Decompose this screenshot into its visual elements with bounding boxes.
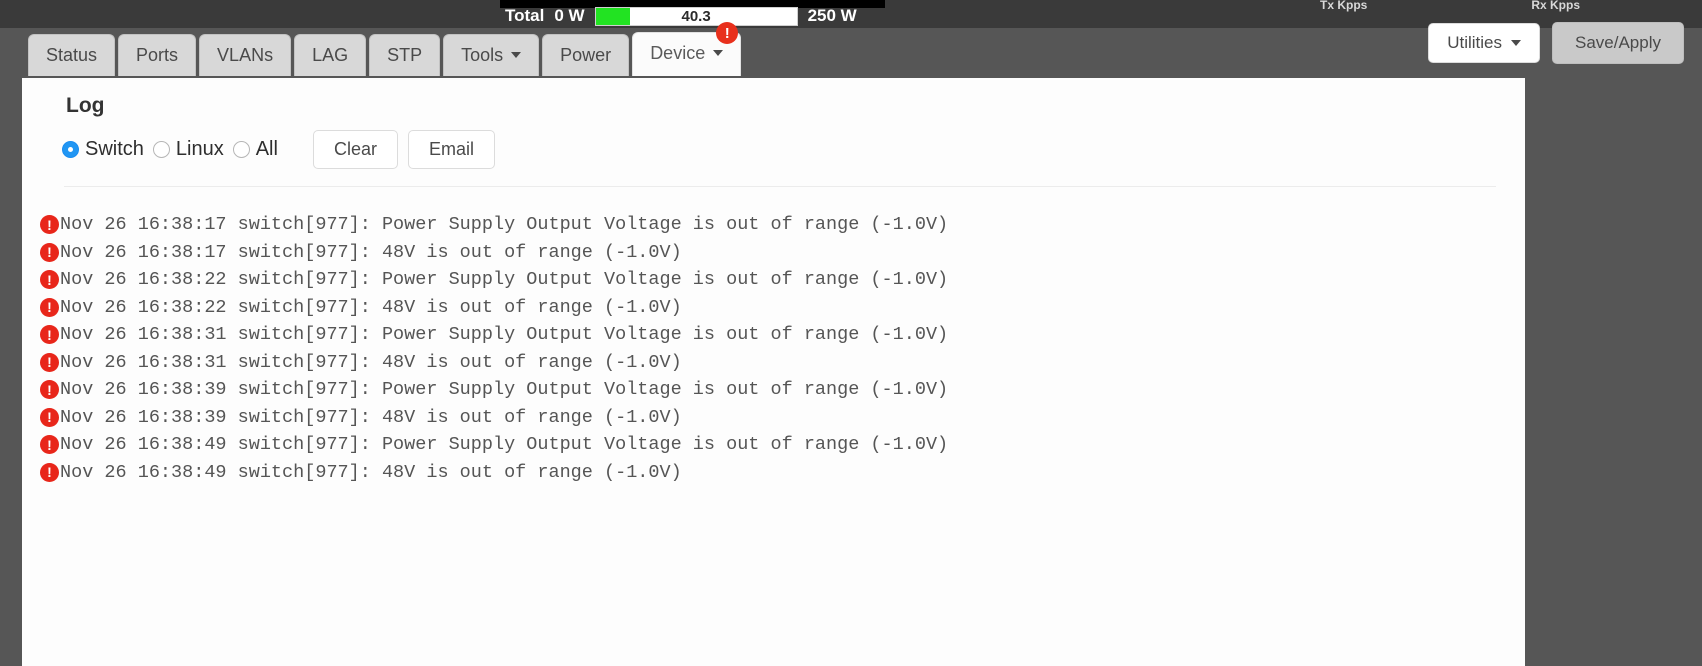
- tab-ports[interactable]: Ports: [118, 34, 197, 76]
- log-entry-text: Nov 26 16:38:39 switch[977]: 48V is out …: [60, 406, 682, 428]
- radio-label: Switch: [85, 138, 144, 160]
- tab-device[interactable]: Device!: [632, 22, 742, 76]
- power-total-label: Total: [505, 6, 545, 25]
- chevron-down-icon: [511, 52, 522, 58]
- kpps-labels: Tx Kpps Rx Kpps: [1320, 0, 1580, 12]
- log-controls: Switch Linux All Clear Email: [62, 130, 495, 169]
- tab-power[interactable]: Power: [542, 34, 630, 76]
- tab-stp[interactable]: STP: [369, 34, 441, 76]
- tab-label: VLANs: [217, 45, 274, 65]
- tab-status[interactable]: Status: [28, 34, 116, 76]
- rx-kpps-label: Rx Kpps: [1531, 0, 1580, 12]
- tab-label: Status: [46, 45, 98, 65]
- log-entry-text: Nov 26 16:38:22 switch[977]: Power Suppl…: [60, 269, 949, 291]
- tab-label: Power: [560, 45, 612, 65]
- utilities-button[interactable]: Utilities: [1428, 23, 1540, 63]
- radio-linux[interactable]: Linux: [152, 138, 224, 161]
- log-entry: ! Nov 26 16:38:22 switch[977]: Power Supp…: [40, 266, 1515, 294]
- log-entry: ! Nov 26 16:38:17 switch[977]: 48V is out…: [40, 239, 1515, 267]
- log-entry-text: Nov 26 16:38:49 switch[977]: 48V is out …: [60, 461, 682, 483]
- log-entry-text: Nov 26 16:38:39 switch[977]: Power Suppl…: [60, 379, 949, 401]
- log-entry-text: Nov 26 16:38:49 switch[977]: Power Suppl…: [60, 434, 949, 456]
- log-entry-text: Nov 26 16:38:17 switch[977]: Power Suppl…: [60, 214, 949, 236]
- email-button[interactable]: Email: [407, 130, 495, 169]
- tab-label: Tools: [461, 45, 504, 65]
- log-source-radio-group: Switch Linux All: [62, 138, 287, 161]
- error-icon: !: [40, 407, 59, 427]
- alert-badge-icon: !: [716, 22, 739, 44]
- chevron-down-icon: [1511, 40, 1521, 46]
- radio-switch[interactable]: Switch: [62, 138, 144, 161]
- error-icon: !: [40, 435, 59, 455]
- log-entry-text: Nov 26 16:38:31 switch[977]: Power Suppl…: [60, 324, 949, 346]
- chevron-down-icon: [713, 50, 724, 56]
- total-power-readout: Total 0 W 40.3 250 W: [505, 5, 857, 27]
- error-icon: !: [40, 380, 59, 400]
- error-icon: !: [40, 462, 59, 482]
- log-entry-text: Nov 26 16:38:31 switch[977]: 48V is out …: [60, 351, 682, 373]
- error-icon: !: [40, 270, 59, 290]
- switch-management-ui: Total 0 W 40.3 250 W Tx Kpps Rx Kpps Uti…: [0, 0, 1702, 666]
- content-panel: Log Switch Linux All Clear Email ! Nov 26 16…: [22, 78, 1525, 666]
- power-usage-value: 40.3: [681, 7, 711, 25]
- error-icon: !: [40, 297, 59, 317]
- section-divider: [64, 186, 1496, 187]
- radio-button-icon[interactable]: [152, 141, 170, 158]
- log-entry: ! Nov 26 16:38:39 switch[977]: 48V is out…: [40, 404, 1515, 432]
- radio-all[interactable]: All: [232, 138, 278, 161]
- error-icon: !: [40, 352, 59, 372]
- error-icon: !: [40, 215, 59, 235]
- power-min-value: 0 W: [554, 6, 585, 25]
- log-action-buttons: Clear Email: [312, 130, 495, 169]
- log-entry: ! Nov 26 16:38:31 switch[977]: 48V is out…: [40, 349, 1515, 377]
- log-entry-text: Nov 26 16:38:22 switch[977]: 48V is out …: [60, 296, 682, 318]
- tab-vlans[interactable]: VLANs: [199, 34, 292, 76]
- radio-label: Linux: [175, 138, 224, 160]
- tab-label: STP: [387, 45, 423, 65]
- main-tab-bar: Status Ports VLANs LAG STP Tools Power Device!: [28, 22, 744, 76]
- radio-label: All: [255, 138, 278, 160]
- tab-label: LAG: [312, 45, 349, 65]
- page-title: Log: [66, 94, 105, 117]
- tab-lag[interactable]: LAG: [294, 34, 367, 76]
- tab-label: Device: [650, 43, 706, 63]
- log-entry: ! Nov 26 16:38:49 switch[977]: Power Supp…: [40, 431, 1515, 459]
- log-entry: ! Nov 26 16:38:17 switch[977]: Power Supp…: [40, 211, 1515, 239]
- log-entry: ! Nov 26 16:38:49 switch[977]: 48V is out…: [40, 459, 1515, 487]
- log-entry-list: ! Nov 26 16:38:17 switch[977]: Power Supp…: [40, 211, 1515, 486]
- clear-button[interactable]: Clear: [312, 130, 398, 169]
- power-usage-bar: 40.3: [594, 6, 798, 26]
- power-max-value: 250 W: [807, 6, 857, 25]
- tab-label: Ports: [136, 45, 179, 65]
- header-actions: Utilities Save/Apply: [1428, 22, 1684, 64]
- radio-button-icon[interactable]: [232, 141, 250, 158]
- error-icon: !: [40, 325, 59, 345]
- log-entry-text: Nov 26 16:38:17 switch[977]: 48V is out …: [60, 241, 682, 263]
- radio-button-icon[interactable]: [62, 141, 79, 158]
- tx-kpps-label: Tx Kpps: [1320, 0, 1368, 12]
- error-icon: !: [40, 242, 59, 262]
- utilities-button-label: Utilities: [1447, 33, 1502, 52]
- log-entry: ! Nov 26 16:38:22 switch[977]: 48V is out…: [40, 294, 1515, 322]
- tab-tools[interactable]: Tools: [443, 34, 540, 76]
- save-apply-button[interactable]: Save/Apply: [1552, 22, 1684, 64]
- log-entry: ! Nov 26 16:38:31 switch[977]: Power Supp…: [40, 321, 1515, 349]
- log-entry: ! Nov 26 16:38:39 switch[977]: Power Supp…: [40, 376, 1515, 404]
